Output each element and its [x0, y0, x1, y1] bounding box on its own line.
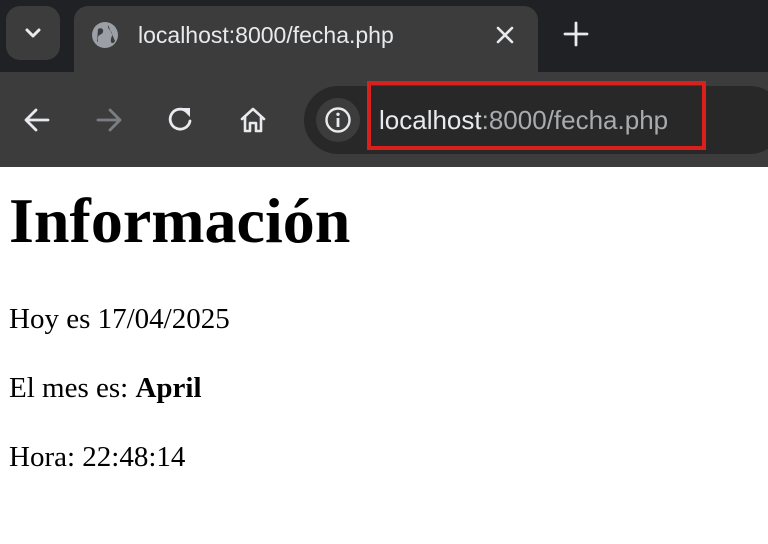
- site-info-button[interactable]: [316, 98, 360, 142]
- month-line: El mes es: April: [9, 370, 202, 406]
- globe-icon: [92, 22, 118, 48]
- tab-search-icon: [25, 28, 41, 38]
- close-icon[interactable]: [492, 22, 518, 48]
- reload-icon[interactable]: [165, 104, 197, 136]
- page-title: Información: [9, 185, 351, 256]
- time-value: 22:48:14: [82, 441, 186, 473]
- tab-strip: localhost:8000/fecha.php: [0, 0, 768, 72]
- time-label: Hora:: [9, 441, 83, 473]
- time-line: Hora: 22:48:14: [9, 439, 185, 475]
- tab-search-button[interactable]: [6, 6, 60, 60]
- info-icon: [325, 107, 351, 133]
- date-label: Hoy es: [9, 303, 98, 335]
- plus-icon[interactable]: [562, 20, 590, 48]
- date-line: Hoy es 17/04/2025: [9, 301, 230, 337]
- date-value: 17/04/2025: [97, 303, 230, 335]
- home-icon[interactable]: [237, 104, 269, 136]
- forward-icon[interactable]: [93, 104, 125, 136]
- month-label: El mes es:: [9, 372, 136, 404]
- active-tab[interactable]: localhost:8000/fecha.php: [74, 6, 538, 72]
- back-icon[interactable]: [21, 104, 53, 136]
- month-value: April: [135, 372, 202, 404]
- url-highlight-box: [367, 81, 706, 150]
- tab-title: localhost:8000/fecha.php: [138, 22, 394, 48]
